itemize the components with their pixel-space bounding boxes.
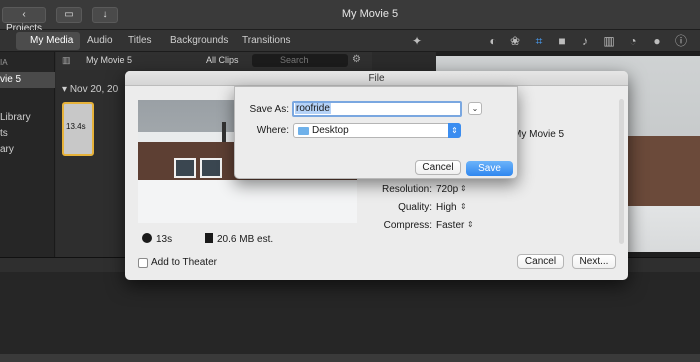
tree-shape — [222, 122, 226, 144]
title-bar: ‹ Projects ▭ ↓ My Movie 5 — [0, 0, 700, 34]
browser-toolbar: ▥ My Movie 5 All Clips Search ⚙ — [56, 52, 372, 70]
video-clip-thumbnail[interactable]: 13.4s — [62, 102, 94, 156]
tab-audio[interactable]: Audio — [87, 35, 113, 46]
dialog-save-button[interactable]: Save — [466, 161, 513, 176]
search-placeholder: Search — [280, 55, 309, 65]
filter-icon[interactable]: ● — [650, 34, 664, 48]
next-button[interactable]: Next... — [572, 254, 616, 269]
media-tabs: My Media Audio Titles Backgrounds Transi… — [0, 30, 700, 52]
resolution-select[interactable]: 720p — [436, 184, 458, 195]
resolution-stepper-icon[interactable]: ⇕ — [460, 184, 467, 193]
tab-titles[interactable]: Titles — [128, 35, 152, 46]
file-size-info: 20.6 MB est. — [205, 233, 273, 245]
save-as-value: roofride — [295, 103, 331, 114]
tab-transitions[interactable]: Transitions — [242, 35, 291, 46]
duration-info: 13s — [142, 233, 172, 245]
color-balance-icon[interactable]: ◐ — [486, 34, 500, 48]
volume-icon[interactable]: ♪ — [578, 34, 592, 48]
browser-project-name: My Movie 5 — [86, 55, 133, 65]
timeline-track — [0, 354, 700, 362]
tab-backgrounds[interactable]: Backgrounds — [170, 35, 228, 46]
import-icon[interactable]: ↓ — [92, 7, 118, 23]
save-as-label: Save As: — [249, 104, 289, 115]
sheet-scrollbar[interactable] — [619, 99, 624, 244]
settings-gear-icon[interactable]: ⚙ — [352, 54, 361, 65]
sheet-cancel-button[interactable]: Cancel — [517, 254, 564, 269]
quality-select[interactable]: High — [436, 202, 457, 213]
sidebar-item-events[interactable]: ts — [0, 128, 8, 139]
clip-filter-select[interactable]: All Clips — [206, 55, 239, 65]
where-value: Desktop — [312, 125, 349, 136]
where-label: Where: — [256, 125, 289, 136]
library-sidebar: IA vie 5 Library ts ary — [0, 52, 55, 257]
projects-button[interactable]: ‹ Projects — [2, 7, 46, 34]
sidebar-item-project[interactable]: vie 5 — [0, 74, 21, 85]
where-location-select[interactable]: Desktop ⇕ — [293, 123, 461, 138]
tab-my-media[interactable]: My Media — [30, 35, 73, 46]
sheet-title: File — [125, 71, 628, 86]
event-date-header[interactable]: ▾ Nov 20, 20 — [62, 84, 118, 95]
back-chevron-icon: ‹ — [22, 9, 26, 20]
select-arrows-icon: ⇕ — [448, 123, 461, 138]
compress-select[interactable]: Faster — [436, 220, 464, 231]
window-shape — [200, 158, 222, 178]
search-input[interactable]: Search — [252, 54, 348, 67]
compress-label: Compress: — [383, 220, 432, 231]
save-dialog: Save As: roofride ⌄ Where: Desktop ⇕ Can… — [234, 86, 518, 179]
magic-wand-icon[interactable]: ✦ — [410, 34, 424, 48]
speed-icon[interactable]: ◔ — [626, 34, 640, 48]
clock-icon — [142, 233, 152, 243]
quality-label: Quality: — [398, 202, 432, 213]
color-palette-icon[interactable]: ❀ — [508, 34, 522, 48]
equalizer-icon[interactable]: ▥ — [602, 34, 616, 48]
sidebar-section-header: IA — [0, 58, 8, 67]
folder-icon — [298, 127, 309, 135]
expand-dialog-chevron-icon[interactable]: ⌄ — [468, 102, 482, 115]
sidebar-toggle-icon[interactable]: ▥ — [62, 55, 71, 66]
window-title: My Movie 5 — [341, 8, 399, 20]
info-icon[interactable]: ⓘ — [674, 34, 688, 48]
sidebar-item-library[interactable]: Library — [0, 112, 31, 123]
resolution-label: Resolution: — [381, 184, 432, 195]
quality-stepper-icon[interactable]: ⇕ — [460, 202, 467, 211]
window-shape — [174, 158, 196, 178]
document-icon — [205, 233, 213, 243]
sidebar-item-library-2[interactable]: ary — [0, 144, 14, 155]
save-as-input[interactable]: roofride — [292, 101, 462, 117]
add-to-theater-checkbox[interactable] — [138, 258, 148, 268]
clip-duration-label: 13.4s — [66, 122, 86, 131]
dialog-cancel-button[interactable]: Cancel — [415, 160, 461, 175]
sheet-project-name: My Movie 5 — [513, 129, 565, 140]
stabilize-camera-icon[interactable]: ■ — [555, 34, 569, 48]
add-to-theater-label[interactable]: Add to Theater — [151, 257, 217, 268]
compress-stepper-icon[interactable]: ⇕ — [467, 220, 474, 229]
media-browser-icon[interactable]: ▭ — [56, 7, 82, 23]
crop-icon[interactable]: ⌗ — [532, 34, 546, 48]
